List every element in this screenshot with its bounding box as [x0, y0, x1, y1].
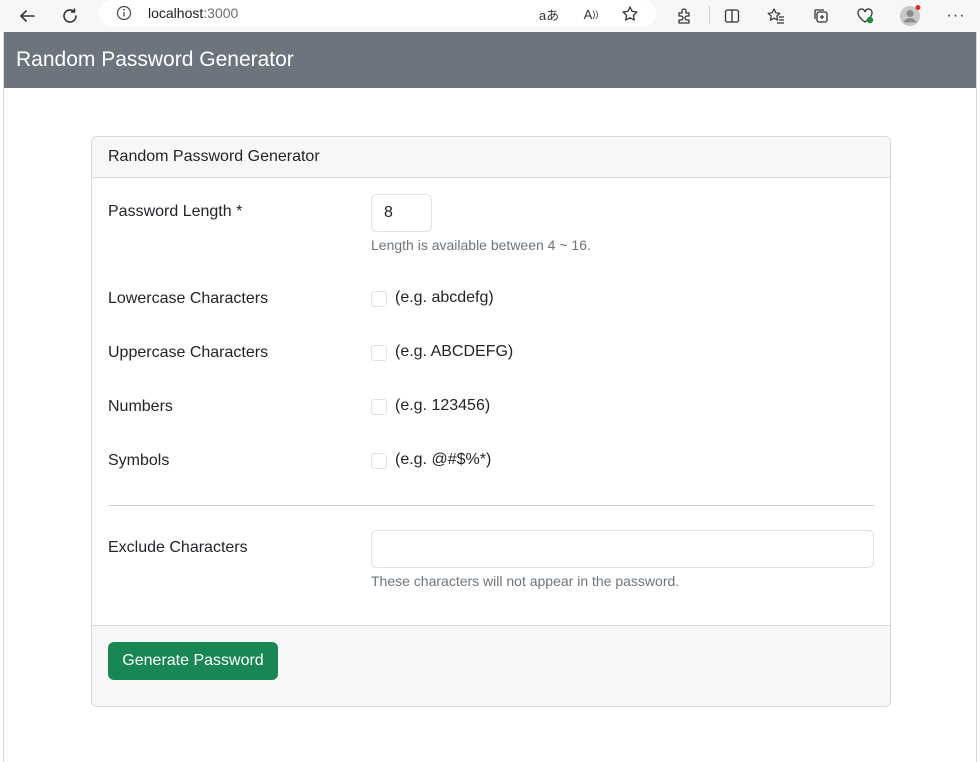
card-title: Random Password Generator [108, 148, 320, 165]
uppercase-example[interactable]: (e.g. ABCDEFG) [395, 343, 513, 361]
navbar-title: Random Password Generator [16, 48, 294, 71]
section-divider [108, 505, 874, 506]
exclude-characters-input[interactable] [371, 530, 874, 568]
lowercase-example[interactable]: (e.g. abcdefg) [395, 289, 494, 307]
site-info-icon[interactable] [116, 5, 132, 26]
refresh-icon[interactable] [56, 2, 84, 30]
browser-toolbar: localhost:3000 aあ A)) ··· [0, 0, 980, 32]
symbols-label: Symbols [108, 452, 170, 469]
back-arrow-icon[interactable] [13, 2, 41, 30]
uppercase-checkbox[interactable] [371, 345, 387, 361]
lowercase-label: Lowercase Characters [108, 290, 269, 307]
translate-icon[interactable]: aあ [537, 2, 561, 26]
extensions-icon[interactable] [670, 2, 698, 30]
card-footer: Generate Password [92, 625, 890, 706]
generate-password-button[interactable]: Generate Password [108, 642, 278, 680]
address-bar[interactable]: localhost:3000 aあ A)) [99, 0, 656, 27]
read-aloud-icon[interactable]: A)) [579, 2, 603, 26]
url-text: localhost:3000 [148, 5, 239, 21]
browser-essentials-icon[interactable] [851, 2, 879, 30]
exclude-help-text: These characters will not appear in the … [371, 573, 680, 589]
exclude-characters-label: Exclude Characters [108, 539, 248, 556]
password-length-input[interactable]: 8 [371, 194, 432, 232]
numbers-checkbox[interactable] [371, 399, 387, 415]
numbers-example[interactable]: (e.g. 123456) [395, 397, 490, 415]
password-length-label: Password Length * [108, 203, 243, 220]
favorite-star-icon[interactable] [618, 2, 642, 26]
symbols-checkbox[interactable] [371, 453, 387, 469]
split-screen-icon[interactable] [718, 2, 746, 30]
lowercase-checkbox[interactable] [371, 291, 387, 307]
app-window: Random Password Generator Random Passwor… [3, 32, 977, 762]
length-help-text: Length is available between 4 ~ 16. [371, 237, 591, 253]
navbar: Random Password Generator [4, 32, 976, 88]
toolbar-divider [709, 6, 710, 24]
uppercase-label: Uppercase Characters [108, 344, 269, 361]
generator-card: Random Password Generator Password Lengt… [91, 136, 891, 707]
favorites-icon[interactable] [762, 2, 790, 30]
profile-avatar[interactable] [896, 2, 924, 30]
numbers-label: Numbers [108, 398, 173, 415]
more-options-icon[interactable]: ··· [942, 2, 970, 30]
card-header: Random Password Generator [92, 137, 890, 178]
symbols-example[interactable]: (e.g. @#$%*) [395, 451, 491, 469]
collections-icon[interactable] [807, 2, 835, 30]
